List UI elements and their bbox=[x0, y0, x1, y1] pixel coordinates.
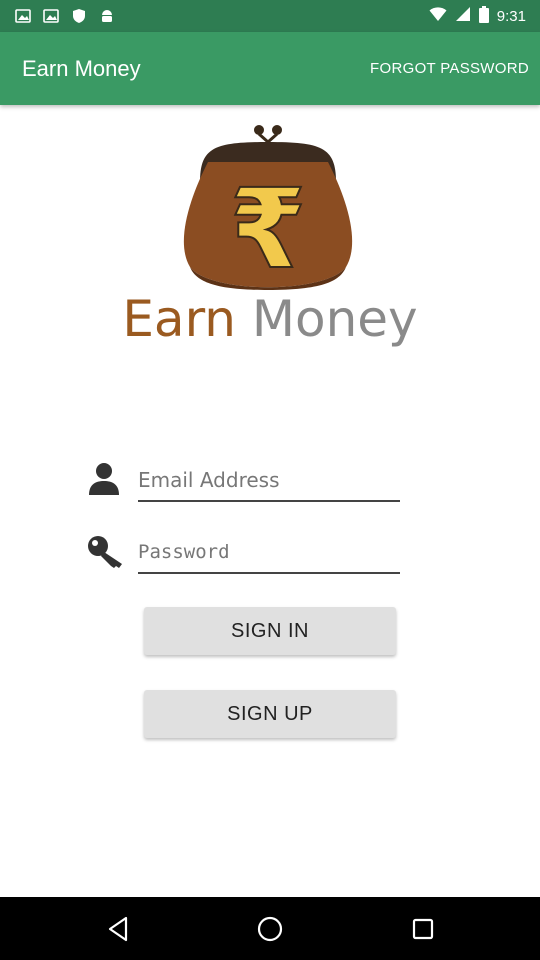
wifi-icon bbox=[429, 6, 447, 26]
shield-icon bbox=[70, 7, 88, 25]
gallery-icon bbox=[42, 7, 60, 25]
sign-in-button[interactable]: SIGN IN bbox=[144, 607, 396, 655]
person-icon bbox=[86, 462, 126, 498]
purse-logo-icon: ₹ bbox=[170, 122, 370, 294]
app-title: Earn Money bbox=[22, 56, 141, 81]
password-row bbox=[86, 528, 406, 574]
signal-icon bbox=[455, 6, 471, 26]
status-time: 9:31 bbox=[496, 7, 526, 25]
email-field[interactable] bbox=[138, 456, 400, 502]
brand-word-earn: Earn bbox=[122, 290, 236, 348]
brand-word-money: Money bbox=[251, 290, 418, 348]
back-icon[interactable] bbox=[103, 914, 133, 944]
password-field[interactable] bbox=[138, 528, 400, 574]
email-row bbox=[86, 456, 406, 502]
battery-icon bbox=[478, 5, 489, 27]
key-icon bbox=[86, 534, 126, 570]
brand-wordmark: Earn Money bbox=[0, 290, 540, 348]
home-icon[interactable] bbox=[255, 914, 285, 944]
app-bar: Earn Money FORGOT PASSWORD bbox=[0, 32, 540, 105]
forgot-password-button[interactable]: FORGOT PASSWORD bbox=[370, 32, 529, 105]
rupee-symbol: ₹ bbox=[230, 165, 307, 292]
recents-icon[interactable] bbox=[408, 914, 438, 944]
status-bar: 9:31 bbox=[0, 0, 540, 32]
android-icon bbox=[98, 7, 116, 25]
navigation-bar bbox=[0, 897, 540, 960]
sign-up-button[interactable]: SIGN UP bbox=[144, 690, 396, 738]
gallery-icon bbox=[14, 7, 32, 25]
